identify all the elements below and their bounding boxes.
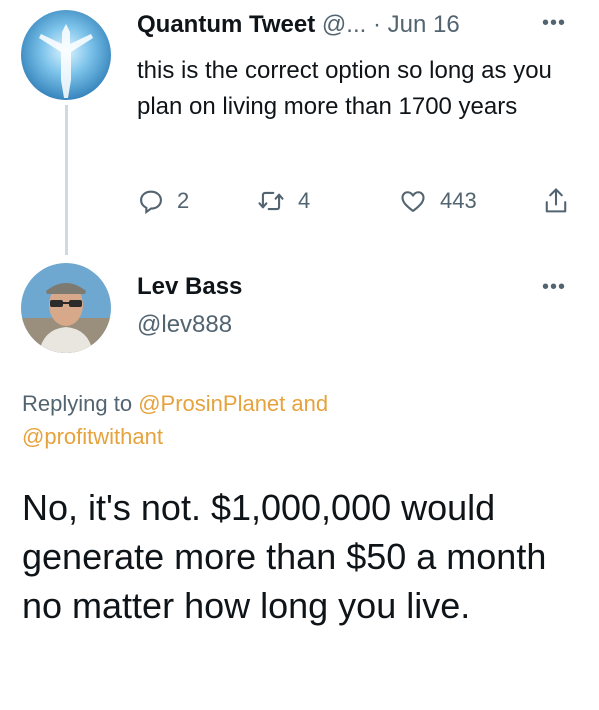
like-count: 443 xyxy=(440,188,477,213)
heart-icon xyxy=(398,187,428,215)
parent-date[interactable]: Jun 16 xyxy=(388,11,460,38)
like-button[interactable]: 443 xyxy=(398,187,477,215)
retweet-button[interactable]: 4 xyxy=(256,187,310,215)
reply-user-link-1[interactable]: @ProsinPlanet xyxy=(138,391,285,416)
main-handle[interactable]: @lev888 xyxy=(137,311,232,339)
thread-line xyxy=(65,105,68,255)
retweet-icon xyxy=(256,187,286,215)
reply-count: 2 xyxy=(177,188,190,213)
reply-button[interactable]: 2 xyxy=(137,187,189,215)
parent-display-name[interactable]: Quantum Tweet xyxy=(137,11,315,38)
share-icon xyxy=(542,186,570,216)
main-tweet-text: No, it's not. $1,000,000 would generate … xyxy=(22,487,547,626)
main-avatar[interactable] xyxy=(21,263,111,353)
main-more-icon[interactable]: ••• xyxy=(542,277,566,297)
header-separator: · xyxy=(372,11,381,38)
parent-handle[interactable]: @... xyxy=(322,11,366,38)
replying-to: Replying to @ProsinPlanet and @profitwit… xyxy=(22,387,582,453)
reply-user-link-2[interactable]: @profitwithant xyxy=(22,424,163,449)
parent-more-icon[interactable]: ••• xyxy=(542,13,566,33)
reply-and-text: and xyxy=(291,391,329,416)
parent-tweet-text: this is the correct option so long as yo… xyxy=(137,57,552,120)
parent-tweet-header: Quantum Tweet @... · Jun 16 xyxy=(137,11,460,39)
comment-icon xyxy=(137,187,165,215)
retweet-count: 4 xyxy=(298,188,311,213)
share-button[interactable] xyxy=(542,186,570,216)
replying-prefix: Replying to xyxy=(22,391,133,416)
main-display-name[interactable]: Lev Bass xyxy=(137,273,242,301)
parent-avatar[interactable] xyxy=(21,10,111,100)
